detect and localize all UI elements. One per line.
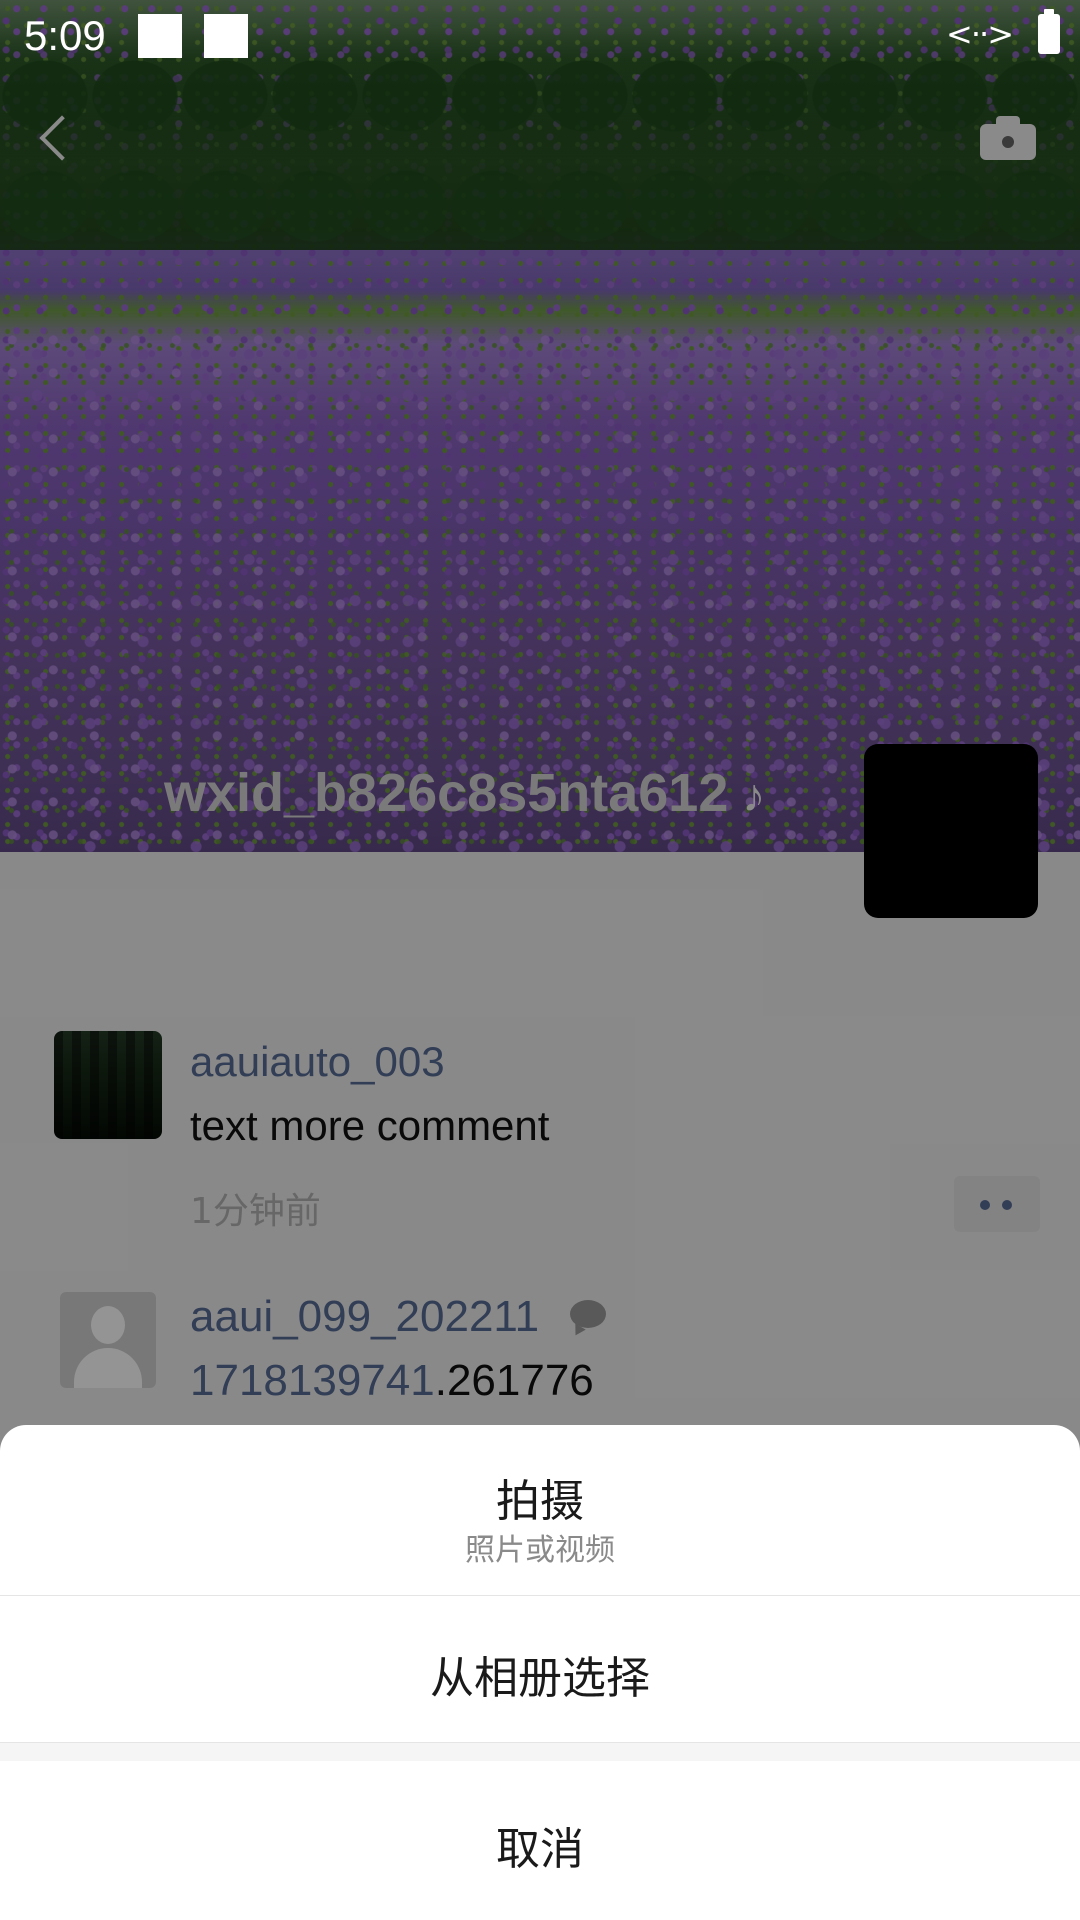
status-time: 5:09 (24, 12, 106, 59)
data-transfer-icon: <··> (946, 15, 1014, 53)
take-photo-sublabel: 照片或视频 (465, 1533, 615, 1568)
notification-icon (204, 14, 248, 58)
take-photo-label: 拍摄 (496, 1476, 584, 1527)
profile-avatar[interactable] (864, 744, 1038, 918)
cancel-button[interactable]: 取消 (0, 1761, 1080, 1920)
battery-icon (1038, 9, 1060, 54)
status-right: <··> (946, 9, 1060, 54)
choose-from-album-label: 从相册选择 (430, 1653, 650, 1704)
sheet-gap (0, 1743, 1080, 1761)
profile-name-text: wxid_b826c8s5nta612 (164, 763, 729, 823)
modal-scrim-top[interactable] (0, 0, 1080, 852)
camera-button[interactable] (980, 114, 1036, 160)
profile-name[interactable]: wxid_b826c8s5nta612 ♪ (164, 762, 765, 824)
action-sheet: 拍摄 照片或视频 从相册选择 取消 (0, 1425, 1080, 1920)
choose-from-album-option[interactable]: 从相册选择 (0, 1596, 1080, 1742)
back-button[interactable] (30, 108, 80, 168)
cancel-label: 取消 (496, 1824, 584, 1875)
status-bar: 5:09 <··> (0, 0, 1080, 74)
notification-icon (138, 14, 182, 58)
take-photo-option[interactable]: 拍摄 照片或视频 (0, 1425, 1080, 1595)
music-icon: ♪ (742, 769, 766, 821)
